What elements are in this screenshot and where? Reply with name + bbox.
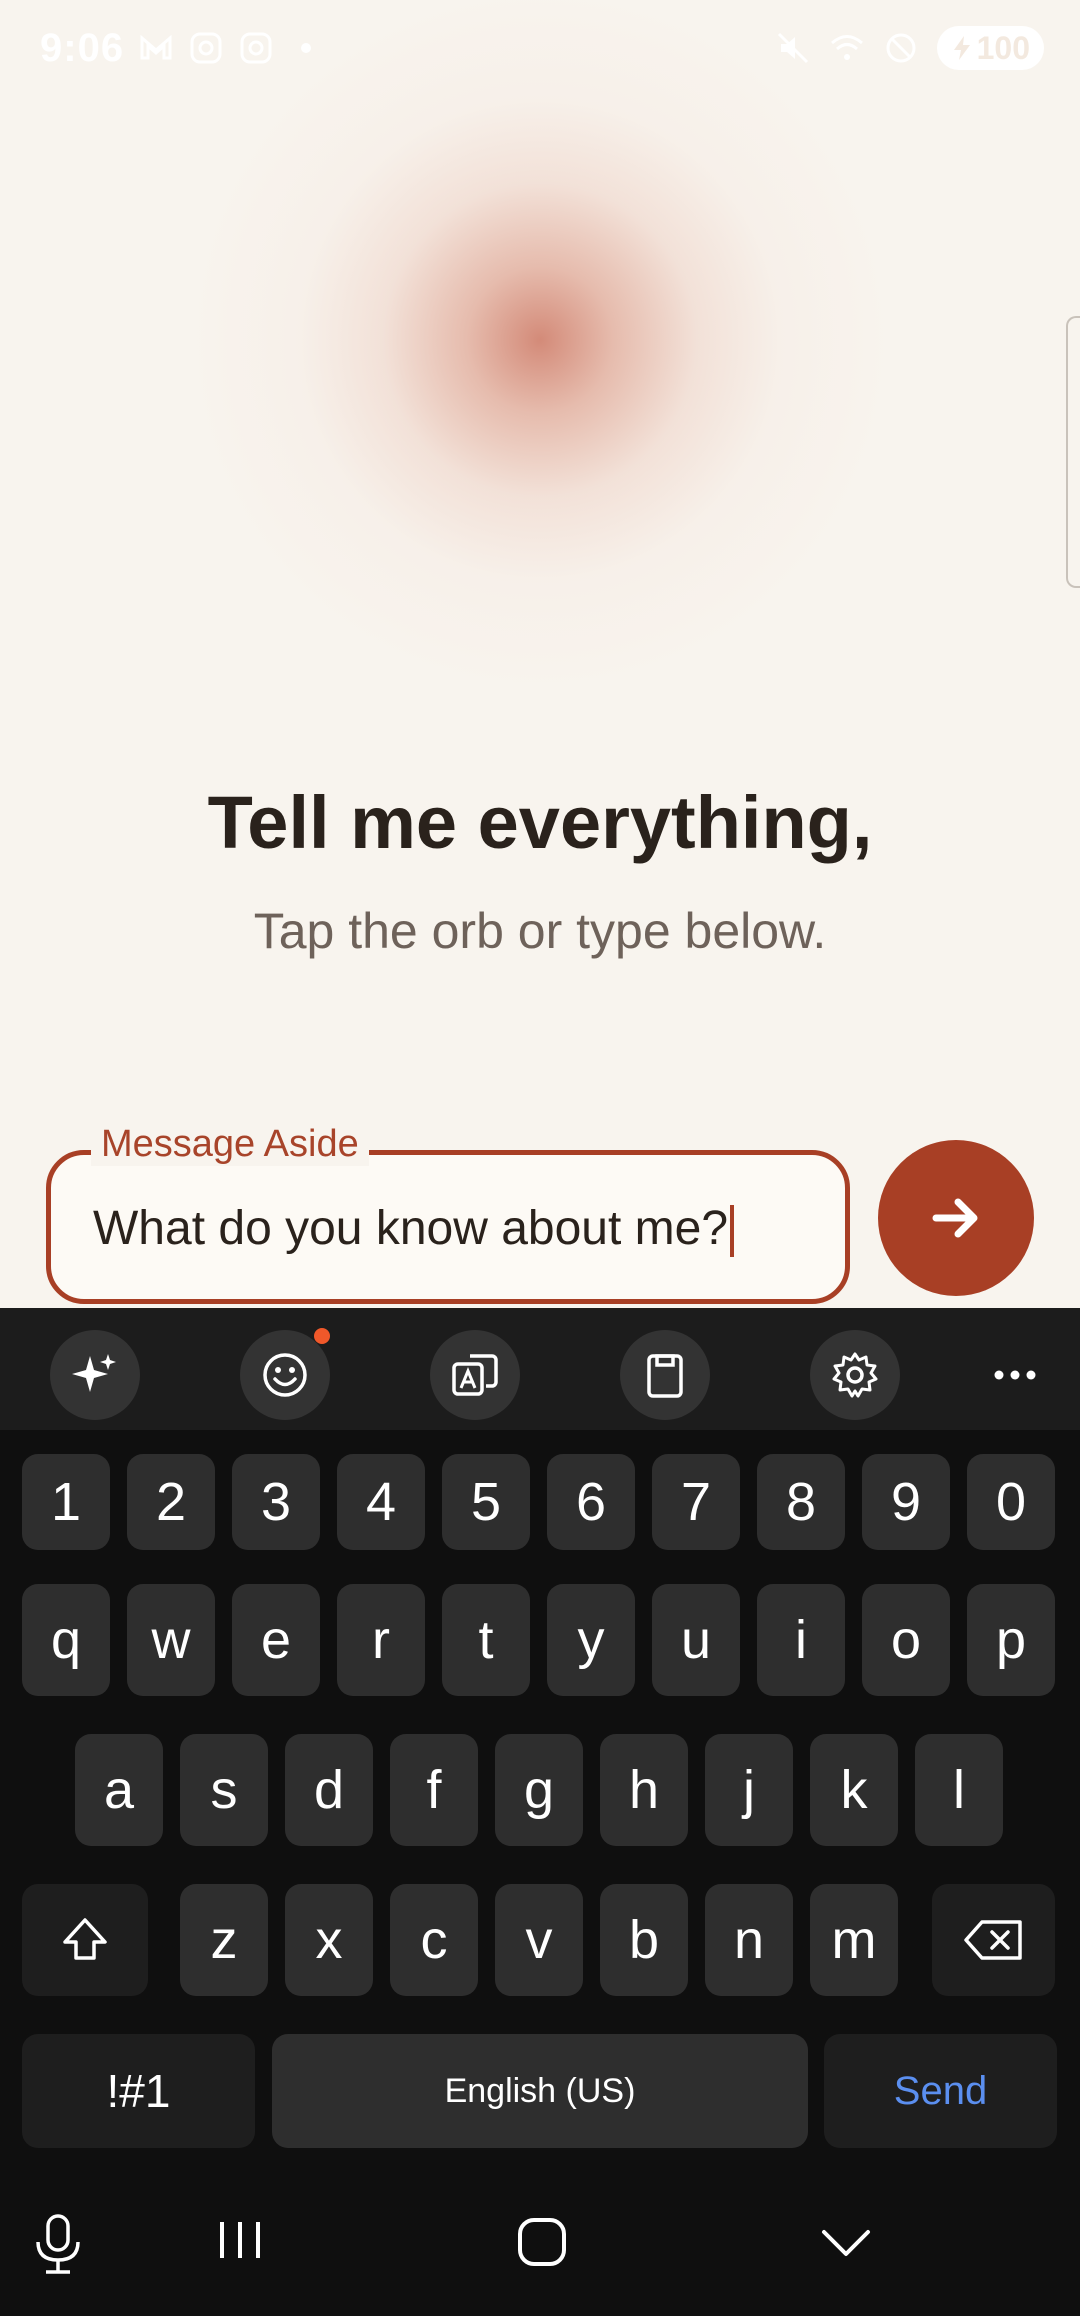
more-options-button[interactable] — [975, 1330, 1055, 1420]
translate-button[interactable] — [430, 1330, 520, 1420]
key-s[interactable]: s — [180, 1734, 268, 1846]
key-4[interactable]: 4 — [337, 1454, 425, 1550]
key-j[interactable]: j — [705, 1734, 793, 1846]
key-0[interactable]: 0 — [967, 1454, 1055, 1550]
sparkle-icon — [72, 1354, 116, 1392]
key-p[interactable]: p — [967, 1584, 1055, 1696]
key-q[interactable]: q — [22, 1584, 110, 1696]
clipboard-icon — [647, 1354, 683, 1398]
recents-icon — [220, 2222, 260, 2258]
notification-dot — [314, 1328, 330, 1344]
key-6[interactable]: 6 — [547, 1454, 635, 1550]
key-w[interactable]: w — [127, 1584, 215, 1696]
message-input[interactable]: What do you know about me? — [93, 1201, 735, 1258]
key-m[interactable]: m — [810, 1884, 898, 1996]
voice-orb[interactable] — [170, 0, 910, 710]
text-cursor — [730, 1205, 735, 1258]
instagram-icon — [240, 32, 272, 64]
battery-level: 100 — [976, 29, 1030, 66]
key-u[interactable]: u — [652, 1584, 740, 1696]
instagram-icon — [190, 32, 222, 64]
key-k[interactable]: k — [810, 1734, 898, 1846]
key-a[interactable]: a — [75, 1734, 163, 1846]
key-d[interactable]: d — [285, 1734, 373, 1846]
translate-icon — [452, 1354, 498, 1396]
shift-key[interactable] — [22, 1884, 148, 1996]
key-5[interactable]: 5 — [442, 1454, 530, 1550]
key-8[interactable]: 8 — [757, 1454, 845, 1550]
backspace-key[interactable] — [932, 1884, 1055, 1996]
key-z[interactable]: z — [180, 1884, 268, 1996]
charging-icon — [953, 36, 970, 60]
key-v[interactable]: v — [495, 1884, 583, 1996]
keyboard-toolbar — [0, 1308, 1080, 1430]
key-i[interactable]: i — [757, 1584, 845, 1696]
backspace-icon — [963, 1920, 1022, 1960]
key-l[interactable]: l — [915, 1734, 1003, 1846]
key-n[interactable]: n — [705, 1884, 793, 1996]
battery-indicator: 100 — [936, 26, 1044, 70]
navigation-bar — [0, 2186, 1080, 2316]
key-o[interactable]: o — [862, 1584, 950, 1696]
key-c[interactable]: c — [390, 1884, 478, 1996]
key-x[interactable]: x — [285, 1884, 373, 1996]
status-time: 9:06 — [40, 26, 125, 70]
emoji-icon — [263, 1353, 307, 1397]
key-b[interactable]: b — [600, 1884, 688, 1996]
status-right-icons: 100 — [775, 26, 1044, 70]
page-title: Tell me everything, — [207, 781, 873, 864]
symbols-key[interactable]: !#1 — [22, 2034, 255, 2148]
edge-panel-handle[interactable] — [1066, 316, 1080, 588]
key-2[interactable]: 2 — [127, 1454, 215, 1550]
shift-icon — [63, 1918, 107, 1960]
chevron-down-icon — [822, 2230, 870, 2256]
key-h[interactable]: h — [600, 1734, 688, 1846]
mic-icon — [36, 2214, 80, 2274]
clipboard-button[interactable] — [620, 1330, 710, 1420]
key-t[interactable]: t — [442, 1584, 530, 1696]
send-message-button[interactable] — [878, 1140, 1034, 1296]
space-key[interactable]: English (US) — [272, 2034, 808, 2148]
key-g[interactable]: g — [495, 1734, 583, 1846]
keyboard-send-key[interactable]: Send — [824, 2034, 1057, 2148]
ai-tools-button[interactable] — [50, 1330, 140, 1420]
key-y[interactable]: y — [547, 1584, 635, 1696]
message-value: What do you know about me? — [93, 1202, 729, 1255]
message-field-label: Message Aside — [91, 1123, 369, 1166]
arrow-right-icon — [932, 1198, 978, 1238]
page-subtitle: Tap the orb or type below. — [253, 903, 827, 959]
key-1[interactable]: 1 — [22, 1454, 110, 1550]
key-9[interactable]: 9 — [862, 1454, 950, 1550]
voice-input-button[interactable] — [30, 2212, 86, 2276]
key-3[interactable]: 3 — [232, 1454, 320, 1550]
more-icon — [994, 1370, 1036, 1380]
key-r[interactable]: r — [337, 1584, 425, 1696]
key-7[interactable]: 7 — [652, 1454, 740, 1550]
gmail-icon — [140, 34, 172, 60]
home-button[interactable] — [512, 2212, 572, 2272]
keyboard-settings-button[interactable] — [810, 1330, 900, 1420]
emoji-button[interactable] — [240, 1328, 330, 1420]
settings-icon — [832, 1352, 878, 1398]
keyboard: 1 2 3 4 5 6 7 8 9 0 q w e r t y u i o p … — [0, 1308, 1080, 2316]
key-f[interactable]: f — [390, 1734, 478, 1846]
message-field[interactable]: Message Aside What do you know about me? — [46, 1123, 850, 1304]
key-e[interactable]: e — [232, 1584, 320, 1696]
recent-apps-button[interactable] — [210, 2212, 270, 2268]
wifi-icon — [830, 35, 863, 60]
dnd-icon — [886, 33, 916, 63]
home-icon — [518, 2218, 566, 2266]
hide-keyboard-button[interactable] — [816, 2212, 876, 2272]
